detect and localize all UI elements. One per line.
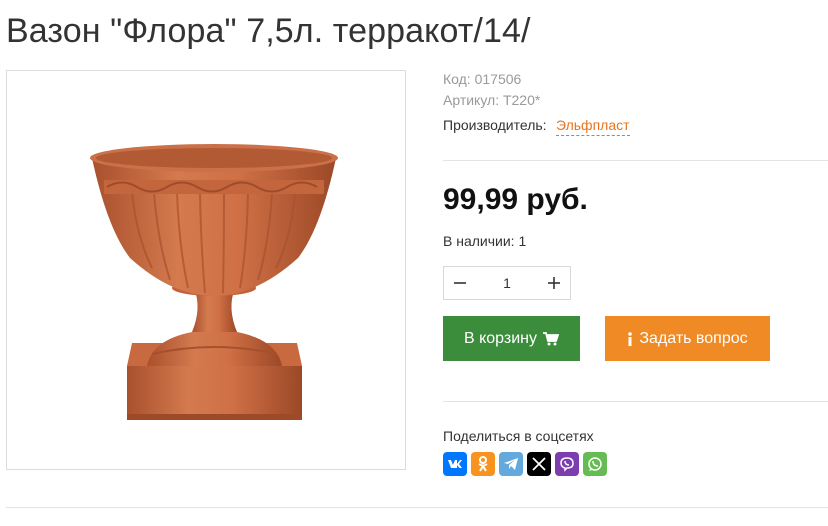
add-to-cart-button[interactable]: В корзину: [443, 316, 580, 361]
quantity-decrease-button[interactable]: [444, 267, 476, 299]
page-title: Вазон "Флора" 7,5л. терракот/14/: [6, 12, 531, 50]
telegram-icon: [504, 458, 518, 470]
x-share-button[interactable]: [527, 452, 551, 476]
bottom-divider: [6, 507, 828, 508]
quantity-increase-button[interactable]: [538, 267, 570, 299]
ask-question-button[interactable]: Задать вопрос: [605, 316, 770, 361]
quantity-input[interactable]: [476, 267, 538, 299]
product-code: Код: 017506: [443, 71, 522, 87]
product-image[interactable]: [6, 70, 406, 470]
stock-status: В наличии: 1: [443, 233, 527, 249]
vk-icon: [448, 460, 462, 468]
product-price: 99,99 руб.: [443, 183, 588, 216]
telegram-share-button[interactable]: [499, 452, 523, 476]
share-label: Поделиться в соцсетях: [443, 428, 594, 444]
manufacturer-link[interactable]: Эльфпласт: [556, 117, 630, 136]
odnoklassniki-share-button[interactable]: [471, 452, 495, 476]
vk-share-button[interactable]: [443, 452, 467, 476]
divider: [443, 160, 828, 161]
viber-share-button[interactable]: [555, 452, 579, 476]
plus-icon: [548, 277, 560, 289]
whatsapp-share-button[interactable]: [583, 452, 607, 476]
info-icon: [628, 331, 633, 346]
minus-icon: [454, 282, 466, 284]
odnoklassniki-icon: [478, 456, 488, 472]
vase-illustration: [90, 144, 338, 420]
add-to-cart-label: В корзину: [463, 329, 538, 347]
viber-icon: [560, 457, 574, 472]
ask-question-label: Задать вопрос: [639, 329, 748, 347]
divider: [443, 401, 828, 402]
whatsapp-icon: [588, 457, 602, 471]
product-article: Артикул: Т220*: [443, 92, 541, 108]
x-icon: [532, 457, 546, 471]
quantity-stepper: [443, 266, 571, 300]
cart-icon: [543, 331, 560, 345]
manufacturer-label: Производитель:: [443, 117, 547, 133]
